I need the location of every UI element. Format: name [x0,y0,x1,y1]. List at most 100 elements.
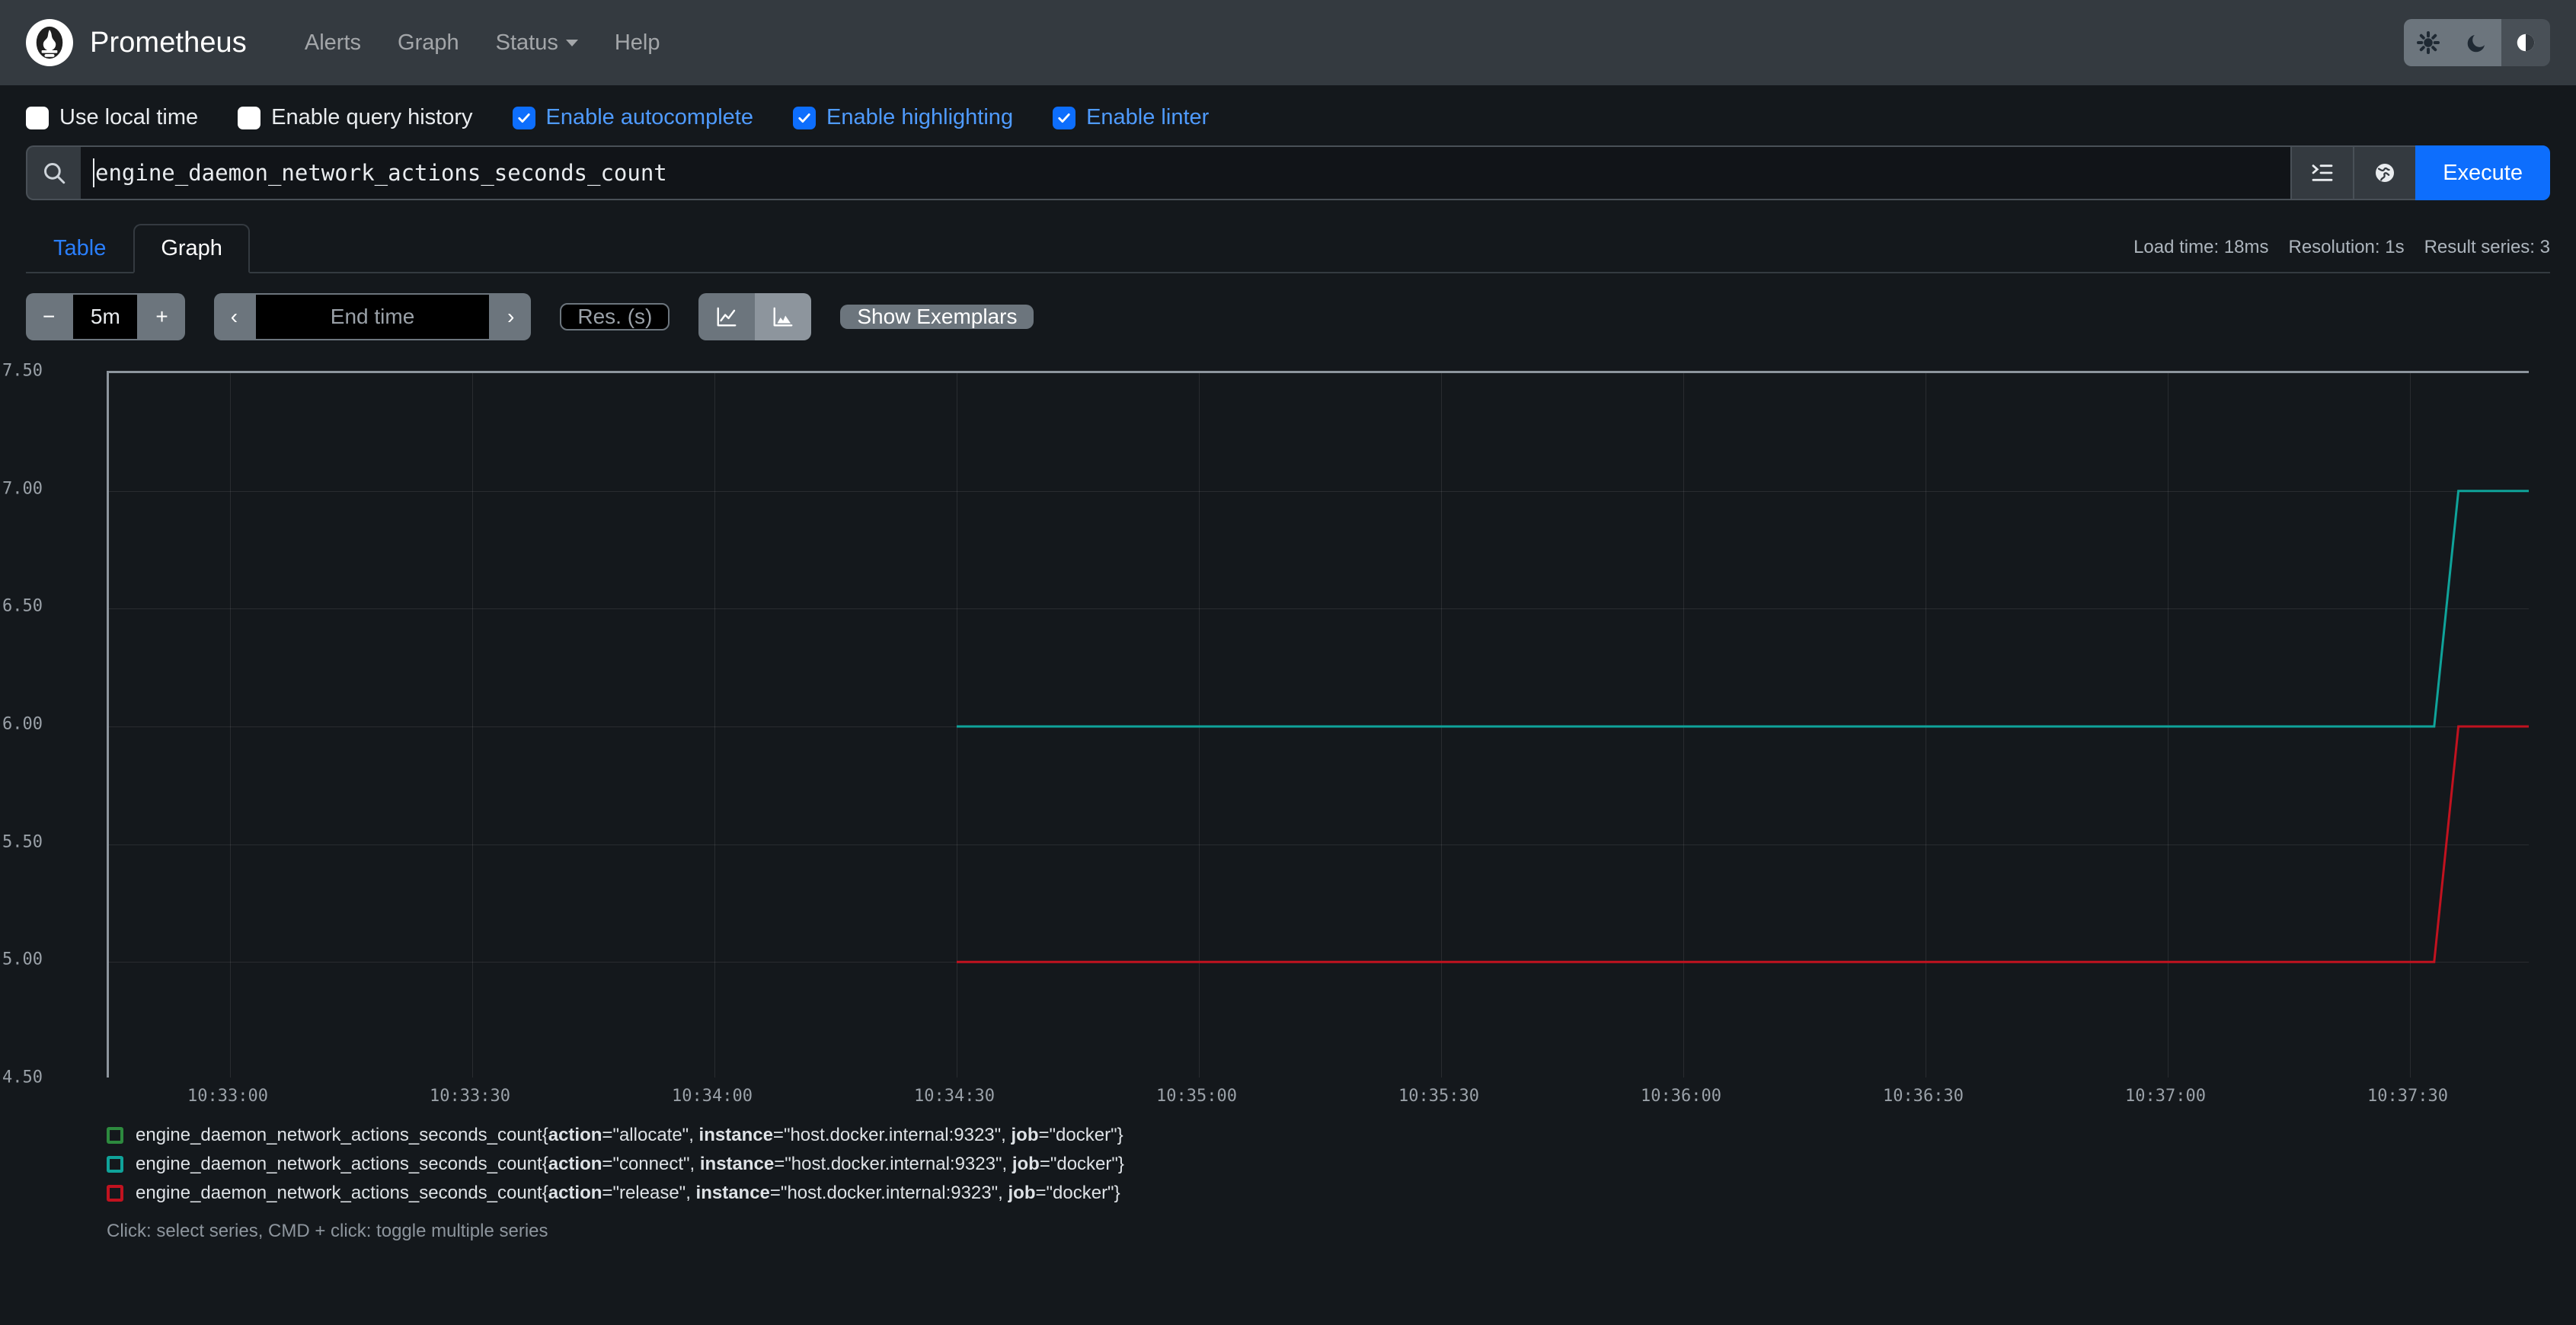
y-axis-tick-label: 5.50 [2,832,43,852]
legend-item[interactable]: engine_daemon_network_actions_seconds_co… [107,1183,2550,1204]
series-line[interactable] [957,490,2529,728]
chevron-down-icon [565,39,578,46]
query-input-value: engine_daemon_network_actions_seconds_co… [95,160,667,186]
execute-button-label: Execute [2443,160,2523,185]
search-icon[interactable] [26,145,81,200]
legend-color-swatch [107,1156,123,1173]
option-enable-linter[interactable]: Enable linter [1053,105,1209,130]
y-axis-tick-label: 5.00 [2,950,43,969]
end-time-input[interactable]: End time [254,293,491,340]
x-axis-tick-label: 10:37:00 [2125,1087,2206,1106]
legend-label-key: instance [698,1125,773,1145]
plot-area[interactable] [107,371,2529,1078]
legend-hint: Click: select series, CMD + click: toggl… [107,1221,548,1241]
checkbox-enable-query-history[interactable] [238,106,261,129]
y-axis-tick-label: 6.00 [2,714,43,734]
option-enable-query-history[interactable]: Enable query history [238,105,473,130]
theme-light-button[interactable] [2404,19,2453,66]
execute-button[interactable]: Execute [2415,145,2550,200]
legend-color-swatch [107,1127,123,1144]
range-input[interactable]: 5m [72,293,139,340]
end-time-prev-button[interactable]: ‹ [213,293,255,340]
tab-table[interactable]: Table [26,224,133,273]
legend-label-value: ="connect", [602,1154,700,1174]
legend-label-value: ="host.docker.internal:9323", [769,1183,1008,1203]
legend-item[interactable]: engine_daemon_network_actions_seconds_co… [107,1154,2550,1175]
result-tabs: Table Graph Load time: 18ms Resolution: … [26,222,2550,273]
stacked-area-chart-icon[interactable] [755,293,812,340]
tab-graph-label: Graph [161,236,222,260]
range-increase-label: + [155,305,168,328]
checkbox-use-local-time[interactable] [26,106,49,129]
legend-label-value: ="allocate", [602,1125,699,1145]
options-bar: Use local time Enable query history Enab… [0,85,2576,145]
nav-link-alerts[interactable]: Alerts [286,23,379,63]
series-lines [957,490,2529,963]
range-decrease-label: − [43,305,56,328]
query-input[interactable]: engine_daemon_network_actions_seconds_co… [81,145,2291,200]
legend-label-key: instance [699,1154,775,1174]
nav-link-help-label: Help [614,30,660,55]
range-increase-button[interactable]: + [139,293,185,340]
legend-label-key: job [1012,1154,1040,1174]
resolution-placeholder: Res. (s) [577,305,653,328]
range-stepper: − 5m + [26,293,185,340]
legend-label-key: action [548,1125,602,1145]
theme-auto-button[interactable] [2501,19,2550,66]
nav-link-help[interactable]: Help [596,23,679,63]
checkbox-enable-autocomplete[interactable] [512,106,535,129]
option-enable-highlighting[interactable]: Enable highlighting [792,105,1014,130]
tab-graph[interactable]: Graph [133,224,250,273]
theme-dark-button[interactable] [2453,19,2501,66]
indent-format-icon[interactable] [2290,145,2354,200]
x-axis-tick-label: 10:37:30 [2367,1087,2448,1106]
legend-label-value: ="docker"} [1035,1183,1120,1203]
legend-item-label: engine_daemon_network_actions_seconds_co… [136,1183,1120,1203]
tab-table-label: Table [53,236,107,260]
theme-toggle-group [2404,19,2550,66]
brand-name: Prometheus [90,26,247,59]
range-decrease-button[interactable]: − [26,293,72,340]
legend-color-swatch [107,1185,123,1202]
option-use-local-time[interactable]: Use local time [26,105,198,130]
option-enable-autocomplete[interactable]: Enable autocomplete [512,105,753,130]
x-axis-tick-label: 10:36:30 [1883,1087,1964,1106]
y-axis-tick-label: 4.50 [2,1068,43,1087]
legend-label-value: ="docker"} [1039,1154,1124,1174]
legend-label-value: ="host.docker.internal:9323", [774,1154,1012,1174]
x-axis-tick-label: 10:35:30 [1398,1087,1479,1106]
graph-panel: 7.50 7.00 6.50 6.00 5.50 5.00 4.50 10:33:00 10:… [2,354,2550,1108]
resolution-input[interactable]: Res. (s) [560,303,670,330]
option-label-enable-query-history: Enable query history [271,105,473,129]
chart-type-toggle [698,293,812,340]
globe-metrics-explorer-icon[interactable] [2353,145,2416,200]
checkbox-enable-linter[interactable] [1053,106,1076,129]
legend-item-label: engine_daemon_network_actions_seconds_co… [136,1125,1123,1145]
brand[interactable]: Prometheus [26,19,247,66]
legend-item[interactable]: engine_daemon_network_actions_seconds_co… [107,1125,2550,1146]
series-legend: engine_daemon_network_actions_seconds_co… [107,1125,2550,1204]
option-label-use-local-time: Use local time [59,105,199,129]
checkbox-enable-highlighting[interactable] [792,106,816,129]
y-axis-tick-label: 6.50 [2,596,43,616]
end-time-picker: ‹ End time › [213,293,532,340]
show-exemplars-label: Show Exemplars [857,305,1018,328]
legend-label-value: ="release", [602,1183,696,1203]
nav-link-alerts-label: Alerts [304,30,362,55]
nav-link-status[interactable]: Status [478,23,596,63]
end-time-next-label: › [507,305,515,328]
nav-link-graph-label: Graph [398,30,459,55]
graph-controls: − 5m + ‹ End time › Res. (s) Show Exempl… [26,293,2550,340]
legend-label-key: job [1008,1183,1036,1203]
option-label-enable-highlighting: Enable highlighting [826,105,1014,129]
end-time-next-button[interactable]: › [491,293,532,340]
line-chart-icon[interactable] [698,293,756,340]
stat-resolution: Resolution: 1s [2288,237,2405,257]
show-exemplars-button[interactable]: Show Exemplars [840,305,1034,329]
y-axis-tick-label: 7.50 [2,361,43,381]
stat-result-series: Result series: 3 [2424,237,2550,257]
nav-link-graph[interactable]: Graph [379,23,478,63]
series-line[interactable] [957,725,2529,963]
query-stats: Load time: 18ms Resolution: 1s Result se… [2133,237,2550,272]
text-cursor [93,158,94,187]
